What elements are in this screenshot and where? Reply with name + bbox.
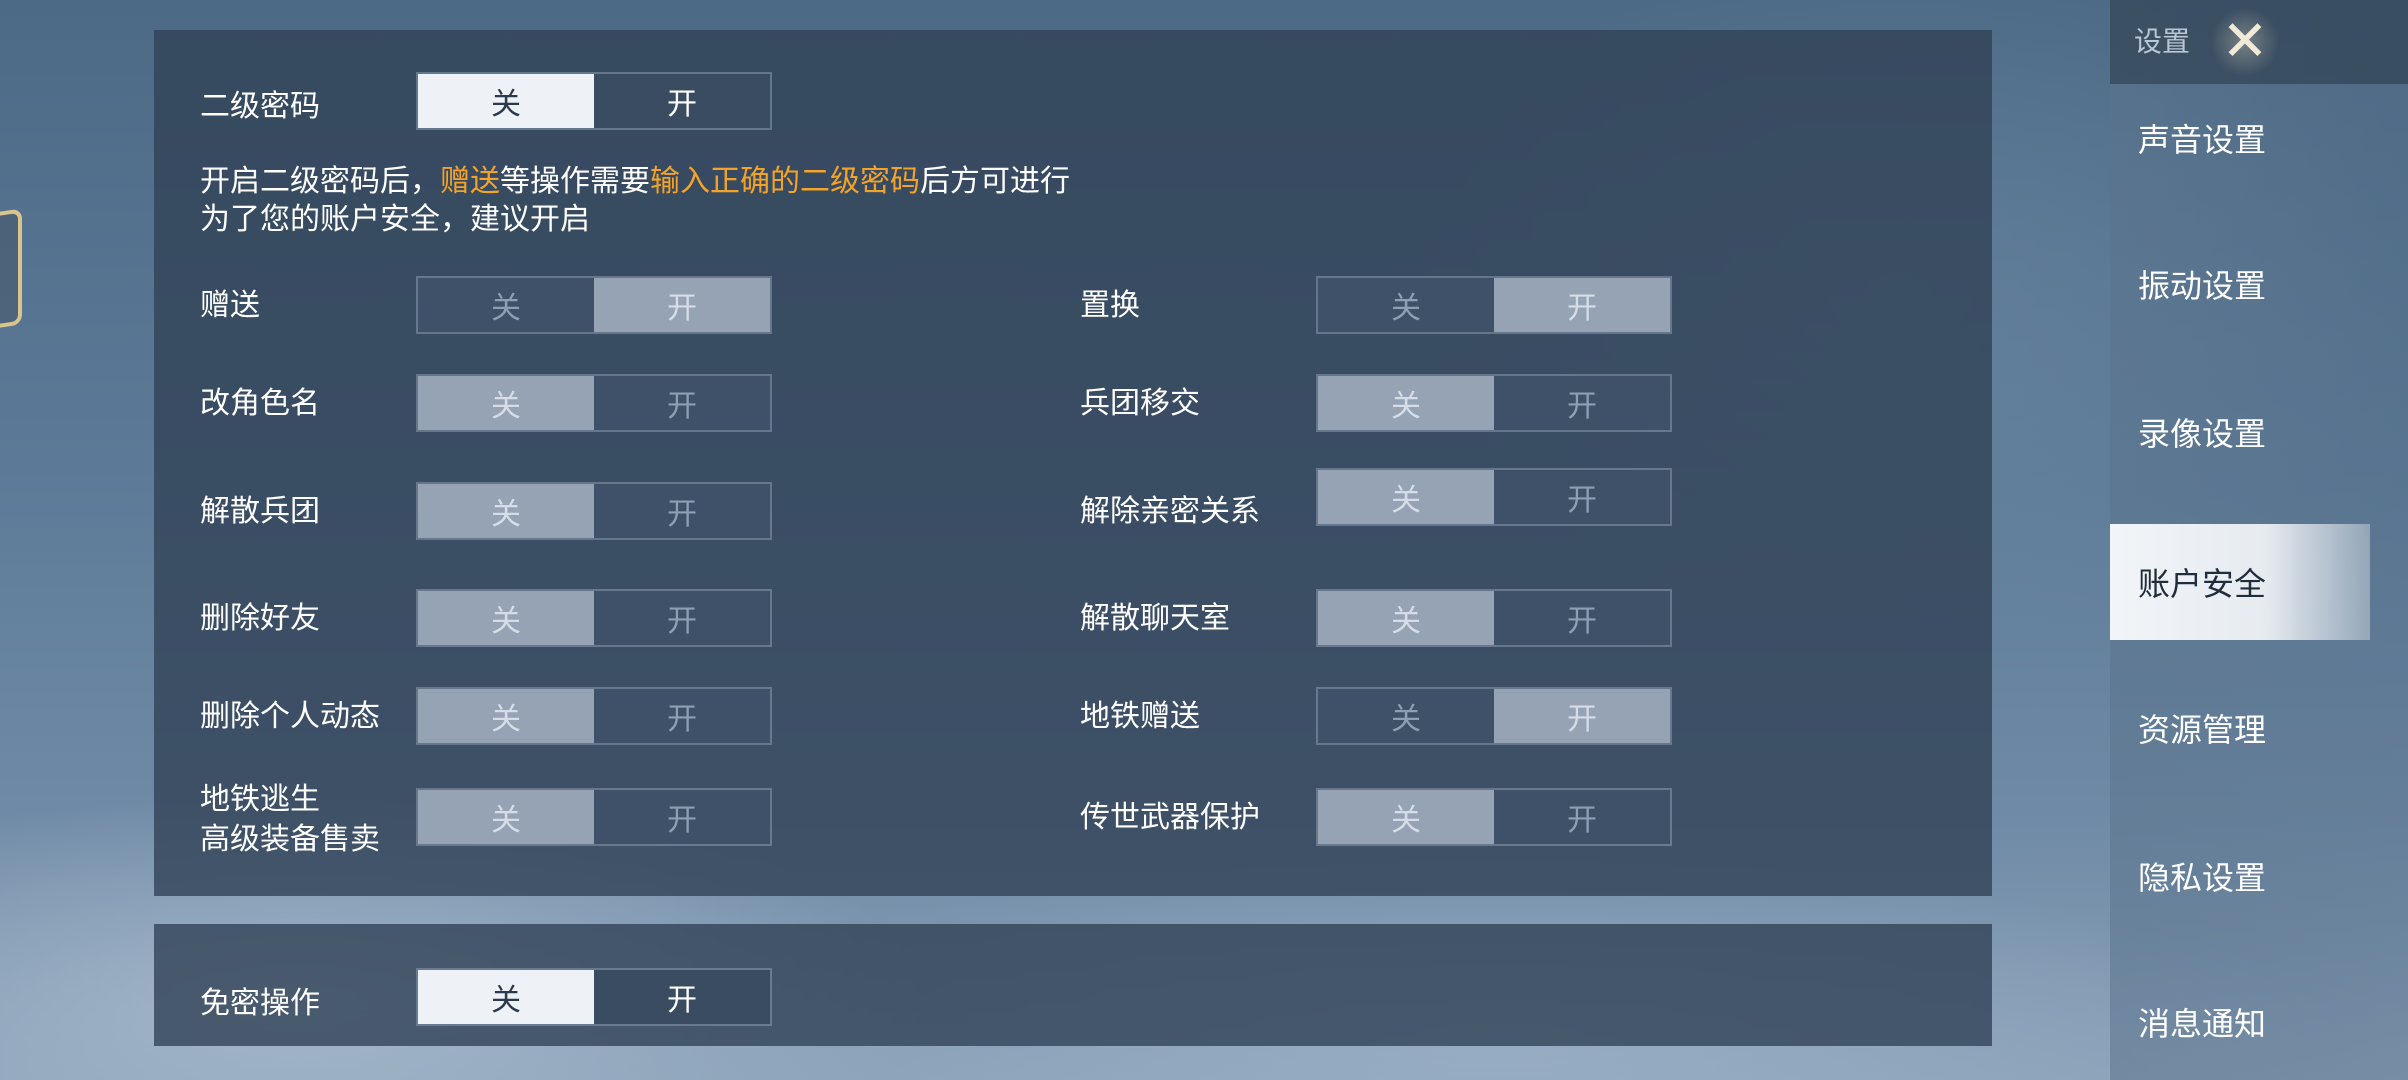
toggle-on-option[interactable]: 开 — [1494, 376, 1670, 430]
toggle-on-option[interactable]: 开 — [594, 376, 770, 430]
option-label-line: 高级装备售卖 — [200, 822, 380, 857]
second-password-panel: 二级密码 关 开 开启二级密码后，赠送等操作需要输入正确的二级密码后方可进行 为… — [154, 30, 1992, 896]
toggle-on-option[interactable]: 开 — [594, 689, 770, 743]
sidebar-item-label: 账户安全 — [2138, 565, 2267, 603]
second-password-toggle[interactable]: 关 开 — [416, 72, 772, 130]
toggle-off-option[interactable]: 关 — [418, 74, 594, 128]
toggle-off-option[interactable]: 关 — [1318, 278, 1494, 332]
option-label-exchange: 置换 — [1080, 288, 1140, 323]
password-free-toggle[interactable]: 关 开 — [416, 968, 772, 1026]
security-description: 开启二级密码后，赠送等操作需要输入正确的二级密码后方可进行 为了您的账户安全，建… — [200, 160, 1070, 242]
toggle-off-option[interactable]: 关 — [1318, 591, 1494, 645]
toggle-off-option[interactable]: 关 — [418, 790, 594, 844]
desc-text: 为了您的账户安全，建议开启 — [200, 202, 590, 237]
sidebar-item-sound[interactable]: 声音设置 — [2110, 80, 2408, 196]
toggle-off-option[interactable]: 关 — [418, 591, 594, 645]
toggle-off-option[interactable]: 关 — [1318, 689, 1494, 743]
option-toggle-transfer-legion[interactable]: 关 开 — [1316, 374, 1672, 432]
option-toggle-disband-legion[interactable]: 关 开 — [416, 482, 772, 540]
option-toggle-remove-intimacy[interactable]: 关 开 — [1316, 468, 1672, 526]
desc-highlight: 赠送 — [440, 164, 500, 199]
sidebar-item-label: 隐私设置 — [2138, 859, 2267, 897]
toggle-on-option[interactable]: 开 — [594, 790, 770, 844]
toggle-on-option[interactable]: 开 — [594, 74, 770, 128]
option-label-legendary-weapon: 传世武器保护 — [1080, 800, 1260, 835]
option-label-transfer-legion: 兵团移交 — [1080, 386, 1200, 421]
toggle-on-option[interactable]: 开 — [594, 278, 770, 332]
option-toggle-exchange[interactable]: 关 开 — [1316, 276, 1672, 334]
option-toggle-delete-moments[interactable]: 关 开 — [416, 687, 772, 745]
toggle-off-option[interactable]: 关 — [418, 376, 594, 430]
toggle-on-option[interactable]: 开 — [1494, 790, 1670, 844]
option-toggle-metro-gift[interactable]: 关 开 — [1316, 687, 1672, 745]
option-toggle-rename[interactable]: 关 开 — [416, 374, 772, 432]
option-toggle-disband-chatroom[interactable]: 关 开 — [1316, 589, 1672, 647]
option-toggle-gift[interactable]: 关 开 — [416, 276, 772, 334]
sidebar-item-label: 声音设置 — [2138, 121, 2267, 159]
side-emblem — [0, 208, 22, 332]
toggle-off-option[interactable]: 关 — [418, 689, 594, 743]
option-label-metro-gift: 地铁赠送 — [1080, 699, 1200, 734]
close-icon[interactable]: ✕ — [2210, 8, 2280, 76]
option-label-delete-friend: 删除好友 — [200, 601, 320, 636]
toggle-off-option[interactable]: 关 — [1318, 790, 1494, 844]
settings-title: 设置 — [2134, 25, 2191, 58]
toggle-on-option[interactable]: 开 — [1494, 470, 1670, 524]
option-label-gift: 赠送 — [200, 288, 260, 323]
sidebar-item-vibration[interactable]: 振动设置 — [2110, 226, 2408, 342]
option-label-remove-intimacy: 解除亲密关系 — [1080, 494, 1260, 529]
settings-sidebar: 设置 ✕ 声音设置 振动设置 录像设置 账户安全 资源管理 隐私设置 消息通知 — [2110, 0, 2408, 1080]
desc-text: 开启二级密码后， — [200, 164, 440, 199]
option-label-disband-chatroom: 解散聊天室 — [1080, 601, 1230, 636]
sidebar-item-label: 录像设置 — [2138, 415, 2267, 453]
password-free-panel: 免密操作 关 开 — [154, 924, 1992, 1046]
toggle-on-option[interactable]: 开 — [594, 484, 770, 538]
toggle-off-option[interactable]: 关 — [418, 970, 594, 1024]
password-free-label: 免密操作 — [200, 986, 320, 1021]
option-toggle-delete-friend[interactable]: 关 开 — [416, 589, 772, 647]
toggle-off-option[interactable]: 关 — [418, 484, 594, 538]
second-password-label: 二级密码 — [200, 89, 320, 124]
sidebar-item-resources[interactable]: 资源管理 — [2110, 670, 2408, 786]
option-toggle-legendary-weapon[interactable]: 关 开 — [1316, 788, 1672, 846]
sidebar-item-label: 消息通知 — [2138, 1005, 2267, 1043]
option-label-disband-legion: 解散兵团 — [200, 494, 320, 529]
toggle-off-option[interactable]: 关 — [1318, 376, 1494, 430]
toggle-on-option[interactable]: 开 — [594, 591, 770, 645]
option-label-rename: 改角色名 — [200, 386, 320, 421]
desc-text: 等操作需要 — [500, 164, 650, 199]
option-toggle-metro-sell[interactable]: 关 开 — [416, 788, 772, 846]
toggle-on-option[interactable]: 开 — [1494, 278, 1670, 332]
sidebar-header: 设置 ✕ — [2110, 0, 2408, 84]
toggle-off-option[interactable]: 关 — [418, 278, 594, 332]
option-label-line: 地铁逃生 — [200, 782, 320, 817]
toggle-off-option[interactable]: 关 — [1318, 470, 1494, 524]
desc-text: 后方可进行 — [920, 164, 1070, 199]
sidebar-item-recording[interactable]: 录像设置 — [2110, 374, 2408, 490]
option-label-metro-sell: 地铁逃生 高级装备售卖 — [200, 780, 380, 860]
toggle-on-option[interactable]: 开 — [1494, 591, 1670, 645]
sidebar-item-account-security[interactable]: 账户安全 — [2110, 524, 2370, 640]
desc-highlight: 输入正确的二级密码 — [650, 164, 920, 199]
option-label-delete-moments: 删除个人动态 — [200, 699, 380, 734]
sidebar-item-label: 资源管理 — [2138, 711, 2267, 749]
toggle-on-option[interactable]: 开 — [1494, 689, 1670, 743]
toggle-on-option[interactable]: 开 — [594, 970, 770, 1024]
sidebar-item-privacy[interactable]: 隐私设置 — [2110, 818, 2408, 934]
sidebar-item-label: 振动设置 — [2138, 267, 2267, 305]
sidebar-item-notifications[interactable]: 消息通知 — [2110, 964, 2408, 1080]
